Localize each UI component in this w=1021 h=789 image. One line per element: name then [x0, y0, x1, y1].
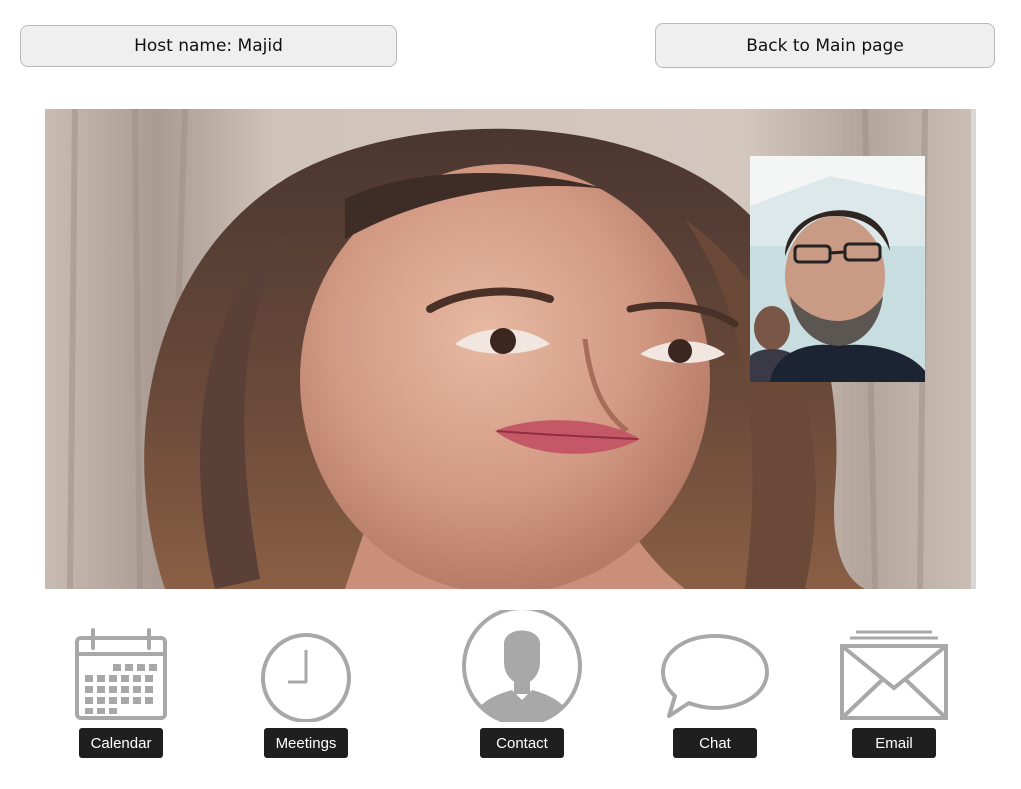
calendar-icon[interactable]: [71, 622, 171, 722]
host-name-display: Host name: Majid: [20, 25, 397, 67]
chat-tool[interactable]: Chat: [645, 612, 785, 762]
contact-button[interactable]: Contact: [480, 728, 564, 758]
main-video-feed[interactable]: [45, 109, 976, 589]
local-participant-video: [750, 156, 925, 382]
contact-tool[interactable]: Contact: [452, 610, 592, 762]
chat-button[interactable]: Chat: [673, 728, 757, 758]
speech-bubble-icon[interactable]: [659, 630, 771, 722]
meetings-label: Meetings: [275, 734, 337, 752]
host-name-label: Host name: Majid: [134, 36, 283, 56]
calendar-button[interactable]: Calendar: [79, 728, 163, 758]
self-view-video[interactable]: [750, 156, 925, 382]
meetings-button[interactable]: Meetings: [264, 728, 348, 758]
meetings-tool[interactable]: Meetings: [236, 612, 376, 762]
clock-icon[interactable]: [258, 626, 354, 722]
calendar-label: Calendar: [90, 734, 152, 752]
contact-label: Contact: [496, 734, 548, 752]
envelope-icon[interactable]: [838, 628, 950, 722]
email-label: Email: [875, 734, 913, 752]
person-icon[interactable]: [460, 610, 584, 722]
email-button[interactable]: Email: [852, 728, 936, 758]
email-tool[interactable]: Email: [824, 612, 964, 762]
chat-label: Chat: [699, 734, 731, 752]
back-to-main-label: Back to Main page: [746, 35, 904, 56]
back-to-main-button[interactable]: Back to Main page: [655, 23, 995, 68]
calendar-tool[interactable]: Calendar: [51, 612, 191, 762]
